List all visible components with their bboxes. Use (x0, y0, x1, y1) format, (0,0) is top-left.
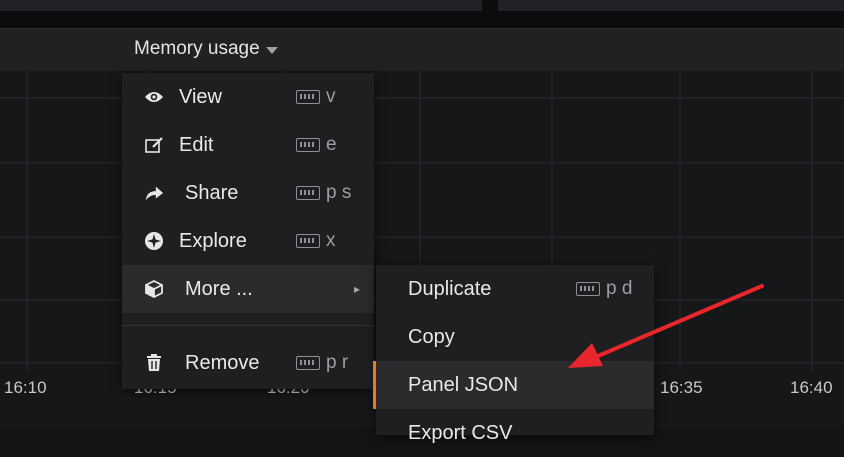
edit-icon (144, 135, 164, 155)
menu-divider (122, 325, 374, 326)
x-tick-label: 16:40 (790, 378, 833, 397)
panel-header: Memory usage (0, 28, 844, 72)
keyboard-icon (296, 90, 320, 104)
submenu-item-duplicate[interactable]: Duplicate p d (376, 265, 654, 313)
shortcut-text: e (326, 134, 337, 155)
menu-item-label: Explore (179, 229, 247, 252)
submenu-item-label: Duplicate (408, 277, 492, 300)
menu-item-label: Share (185, 181, 239, 204)
caret-down-icon (265, 47, 278, 54)
shortcut-text: p r (326, 352, 349, 373)
keyboard-icon (296, 356, 320, 370)
shortcut-hint: p d (576, 278, 632, 300)
trash-icon (144, 353, 164, 373)
top-panel-left (0, 0, 482, 11)
shortcut-hint: x (296, 230, 336, 252)
menu-item-explore[interactable]: Explore x (122, 217, 374, 265)
menu-item-label: More ... (185, 277, 253, 300)
shortcut-hint: p r (296, 352, 348, 374)
keyboard-icon (296, 138, 320, 152)
menu-item-share[interactable]: Share p s (122, 169, 374, 217)
compass-icon (144, 231, 164, 251)
menu-item-label: Edit (179, 133, 214, 156)
menu-item-label: Remove (185, 351, 260, 374)
shortcut-text: p s (326, 182, 352, 203)
submenu-item-label: Export CSV (408, 421, 513, 444)
submenu-item-export-csv[interactable]: Export CSV (376, 409, 654, 457)
menu-item-view[interactable]: View v (122, 73, 374, 121)
active-item-indicator (373, 361, 376, 409)
shortcut-hint: v (296, 86, 336, 108)
panel-title-dropdown[interactable]: Memory usage (134, 38, 278, 60)
menu-item-more[interactable]: More ... ▸ (122, 265, 374, 313)
panel-title: Memory usage (134, 38, 260, 59)
keyboard-icon (296, 234, 320, 248)
cube-icon (144, 279, 164, 299)
shortcut-text: p d (606, 278, 633, 299)
menu-item-edit[interactable]: Edit e (122, 121, 374, 169)
more-submenu: Duplicate p d Copy Panel JSON Export CSV (376, 265, 654, 444)
shortcut-hint: e (296, 134, 337, 156)
shortcut-hint: p s (296, 182, 351, 204)
submenu-item-copy[interactable]: Copy (376, 313, 654, 361)
eye-icon (144, 87, 164, 107)
chevron-right-icon: ▸ (354, 282, 361, 296)
submenu-item-panel-json[interactable]: Panel JSON (376, 361, 654, 409)
dashboard-top-strip (0, 0, 844, 28)
submenu-item-label: Copy (408, 325, 455, 348)
top-panel-right (498, 0, 844, 11)
shortcut-text: v (326, 86, 336, 107)
menu-item-remove[interactable]: Remove p r (122, 339, 374, 387)
x-tick-label: 16:35 (660, 378, 703, 397)
shortcut-text: x (326, 230, 336, 251)
keyboard-icon (296, 186, 320, 200)
keyboard-icon (576, 282, 600, 296)
menu-item-label: View (179, 85, 222, 108)
panel-context-menu: View v Edit e Share p s Explore x More .… (122, 73, 374, 389)
share-icon (144, 183, 164, 203)
x-tick-label: 16:10 (4, 378, 47, 397)
submenu-item-label: Panel JSON (408, 373, 519, 396)
